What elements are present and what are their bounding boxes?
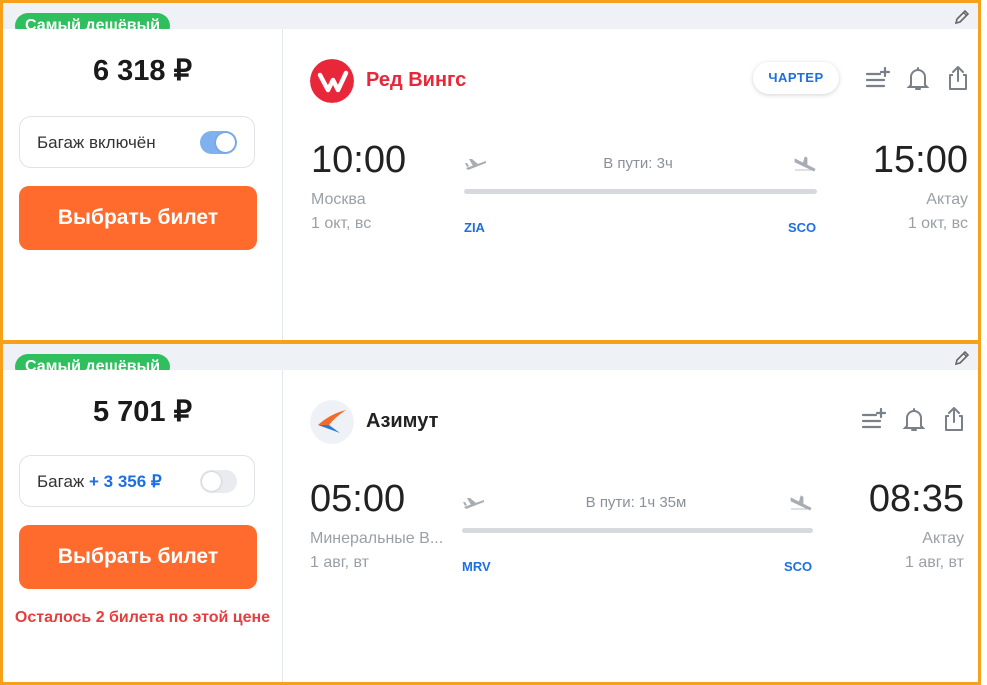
- arrival-city: Актау: [926, 191, 968, 208]
- landing-icon: [794, 156, 816, 172]
- arrival-airport[interactable]: SCO: [788, 220, 816, 235]
- takeoff-icon: [463, 498, 484, 509]
- departure-airport[interactable]: ZIA: [464, 220, 485, 235]
- airline-name: Азимут: [366, 410, 439, 432]
- seats-left-warning: Осталось 2 билета по этой цене: [14, 609, 271, 626]
- bell-icon[interactable]: [905, 66, 931, 92]
- landing-icon: [790, 495, 812, 511]
- share-icon[interactable]: [945, 65, 971, 91]
- route-line: [464, 189, 817, 194]
- price: 6 318 ₽: [92, 55, 193, 87]
- arrival-city: Актау: [922, 530, 964, 547]
- pencil-icon[interactable]: [954, 9, 970, 25]
- airline-name: Ред Вингс: [366, 69, 467, 91]
- flight-duration: В пути: 1ч 35м: [585, 494, 687, 511]
- departure-city: Москва: [311, 191, 366, 208]
- departure-date: 1 авг, вт: [310, 554, 369, 571]
- ticket-card-1[interactable]: Самый дешёвый 6 318 ₽ Багаж включён Выбр…: [0, 0, 981, 343]
- share-icon[interactable]: [941, 406, 967, 432]
- baggage-toggle[interactable]: [200, 131, 237, 154]
- flight-details: Азимут 05:00 Минеральные В... 1 авг, вт …: [283, 370, 978, 682]
- departure-airport[interactable]: MRV: [462, 559, 491, 574]
- red-wings-logo: [310, 59, 354, 103]
- departure-city: Минеральные В...: [310, 530, 444, 547]
- arrival-date: 1 окт, вс: [907, 215, 968, 232]
- bell-icon[interactable]: [901, 407, 927, 433]
- baggage-toggle[interactable]: [200, 470, 237, 493]
- baggage-label: Багаж + 3 356 ₽: [37, 472, 162, 491]
- azimuth-logo: [310, 400, 354, 444]
- price-panel: 5 701 ₽ Багаж + 3 356 ₽ Выбрать билет Ос…: [3, 370, 283, 682]
- baggage-option[interactable]: Багаж + 3 356 ₽: [19, 455, 255, 507]
- add-to-list-icon[interactable]: [865, 66, 891, 92]
- arrival-time: 15:00: [872, 139, 968, 181]
- pencil-icon[interactable]: [954, 350, 970, 366]
- add-to-list-icon[interactable]: [861, 407, 887, 433]
- charter-badge: ЧАРТЕР: [753, 62, 839, 94]
- price: 5 701 ₽: [92, 396, 193, 428]
- select-ticket-button[interactable]: Выбрать билет: [19, 525, 257, 589]
- departure-date: 1 окт, вс: [311, 215, 372, 232]
- departure-time: 10:00: [311, 139, 407, 181]
- baggage-option[interactable]: Багаж включён: [19, 116, 255, 168]
- arrival-date: 1 авг, вт: [905, 554, 964, 571]
- ticket-card-2[interactable]: Самый дешёвый 5 701 ₽ Багаж + 3 356 ₽ Вы…: [0, 341, 981, 685]
- baggage-label: Багаж включён: [37, 133, 156, 152]
- price-panel: 6 318 ₽ Багаж включён Выбрать билет: [3, 29, 283, 340]
- route-line: [462, 528, 813, 533]
- takeoff-icon: [465, 159, 486, 170]
- select-ticket-button[interactable]: Выбрать билет: [19, 186, 257, 250]
- baggage-extra-price: + 3 356 ₽: [89, 472, 162, 491]
- arrival-time: 08:35: [868, 478, 964, 520]
- arrival-airport[interactable]: SCO: [784, 559, 812, 574]
- departure-time: 05:00: [310, 478, 406, 520]
- flight-details: Ред Вингс ЧАРТЕР 10:00 Москва 1 окт, вс …: [283, 29, 978, 340]
- flight-duration: В пути: 3ч: [603, 155, 673, 172]
